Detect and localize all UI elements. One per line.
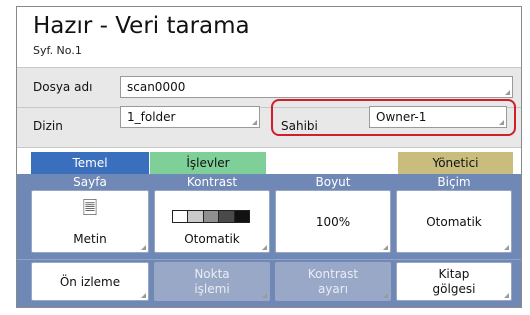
tab-basic[interactable]: Temel — [31, 152, 149, 174]
contrast-adjust-label-line2: ayarı — [317, 282, 349, 296]
divider — [17, 67, 521, 68]
contrast-adjust-label-line1: Kontrast — [307, 267, 359, 281]
directory-label: Dizin — [33, 119, 63, 133]
book-shadow-label-line1: Kitap — [438, 267, 470, 281]
document-icon: 🗏 — [82, 198, 98, 219]
column-format-label: Biçim — [437, 175, 471, 189]
format-value: Otomatik — [426, 215, 482, 229]
preview-label: Ön izleme — [59, 275, 121, 289]
divider — [17, 259, 521, 260]
book-shadow-button[interactable]: Kitap gölgesi — [396, 262, 512, 301]
contrast-button[interactable]: Otomatik — [154, 190, 270, 253]
page-type-button[interactable]: 🗏 Metin — [31, 190, 149, 253]
page-title: Hazır - Veri tarama — [33, 13, 250, 39]
dot-processing-button[interactable]: Nokta işlemi — [154, 262, 270, 301]
filename-field[interactable]: scan0000 — [120, 76, 513, 98]
format-button[interactable]: Otomatik — [396, 190, 512, 253]
contrast-value: Otomatik — [184, 232, 240, 246]
tab-admin[interactable]: Yönetici — [398, 152, 513, 174]
owner-label: Sahibi — [281, 119, 318, 133]
size-button[interactable]: 100% — [275, 190, 391, 253]
filename-label: Dosya adı — [33, 80, 93, 94]
dot-processing-label-line1: Nokta — [194, 267, 230, 281]
size-value: 100% — [315, 215, 351, 229]
contrast-scale-icon — [172, 210, 250, 223]
preview-button[interactable]: Ön izleme — [31, 262, 149, 301]
directory-field[interactable]: 1_folder — [120, 106, 260, 128]
page-number-label: Syf. No.1 — [33, 44, 82, 57]
page-type-value: Metin — [73, 232, 107, 246]
column-contrast-label: Kontrast — [186, 175, 238, 189]
scan-screen: Hazır - Veri tarama Syf. No.1 Dosya adı … — [16, 6, 522, 308]
owner-field[interactable]: Owner-1 — [369, 106, 507, 128]
tab-functions[interactable]: İşlevler — [150, 152, 266, 174]
book-shadow-label-line2: gölgesi — [432, 282, 476, 296]
column-size-label: Boyut — [315, 175, 351, 189]
divider — [17, 147, 521, 148]
column-page-label: Sayfa — [73, 175, 107, 189]
dot-processing-label-line2: işlemi — [194, 282, 230, 296]
contrast-adjust-button[interactable]: Kontrast ayarı — [275, 262, 391, 301]
